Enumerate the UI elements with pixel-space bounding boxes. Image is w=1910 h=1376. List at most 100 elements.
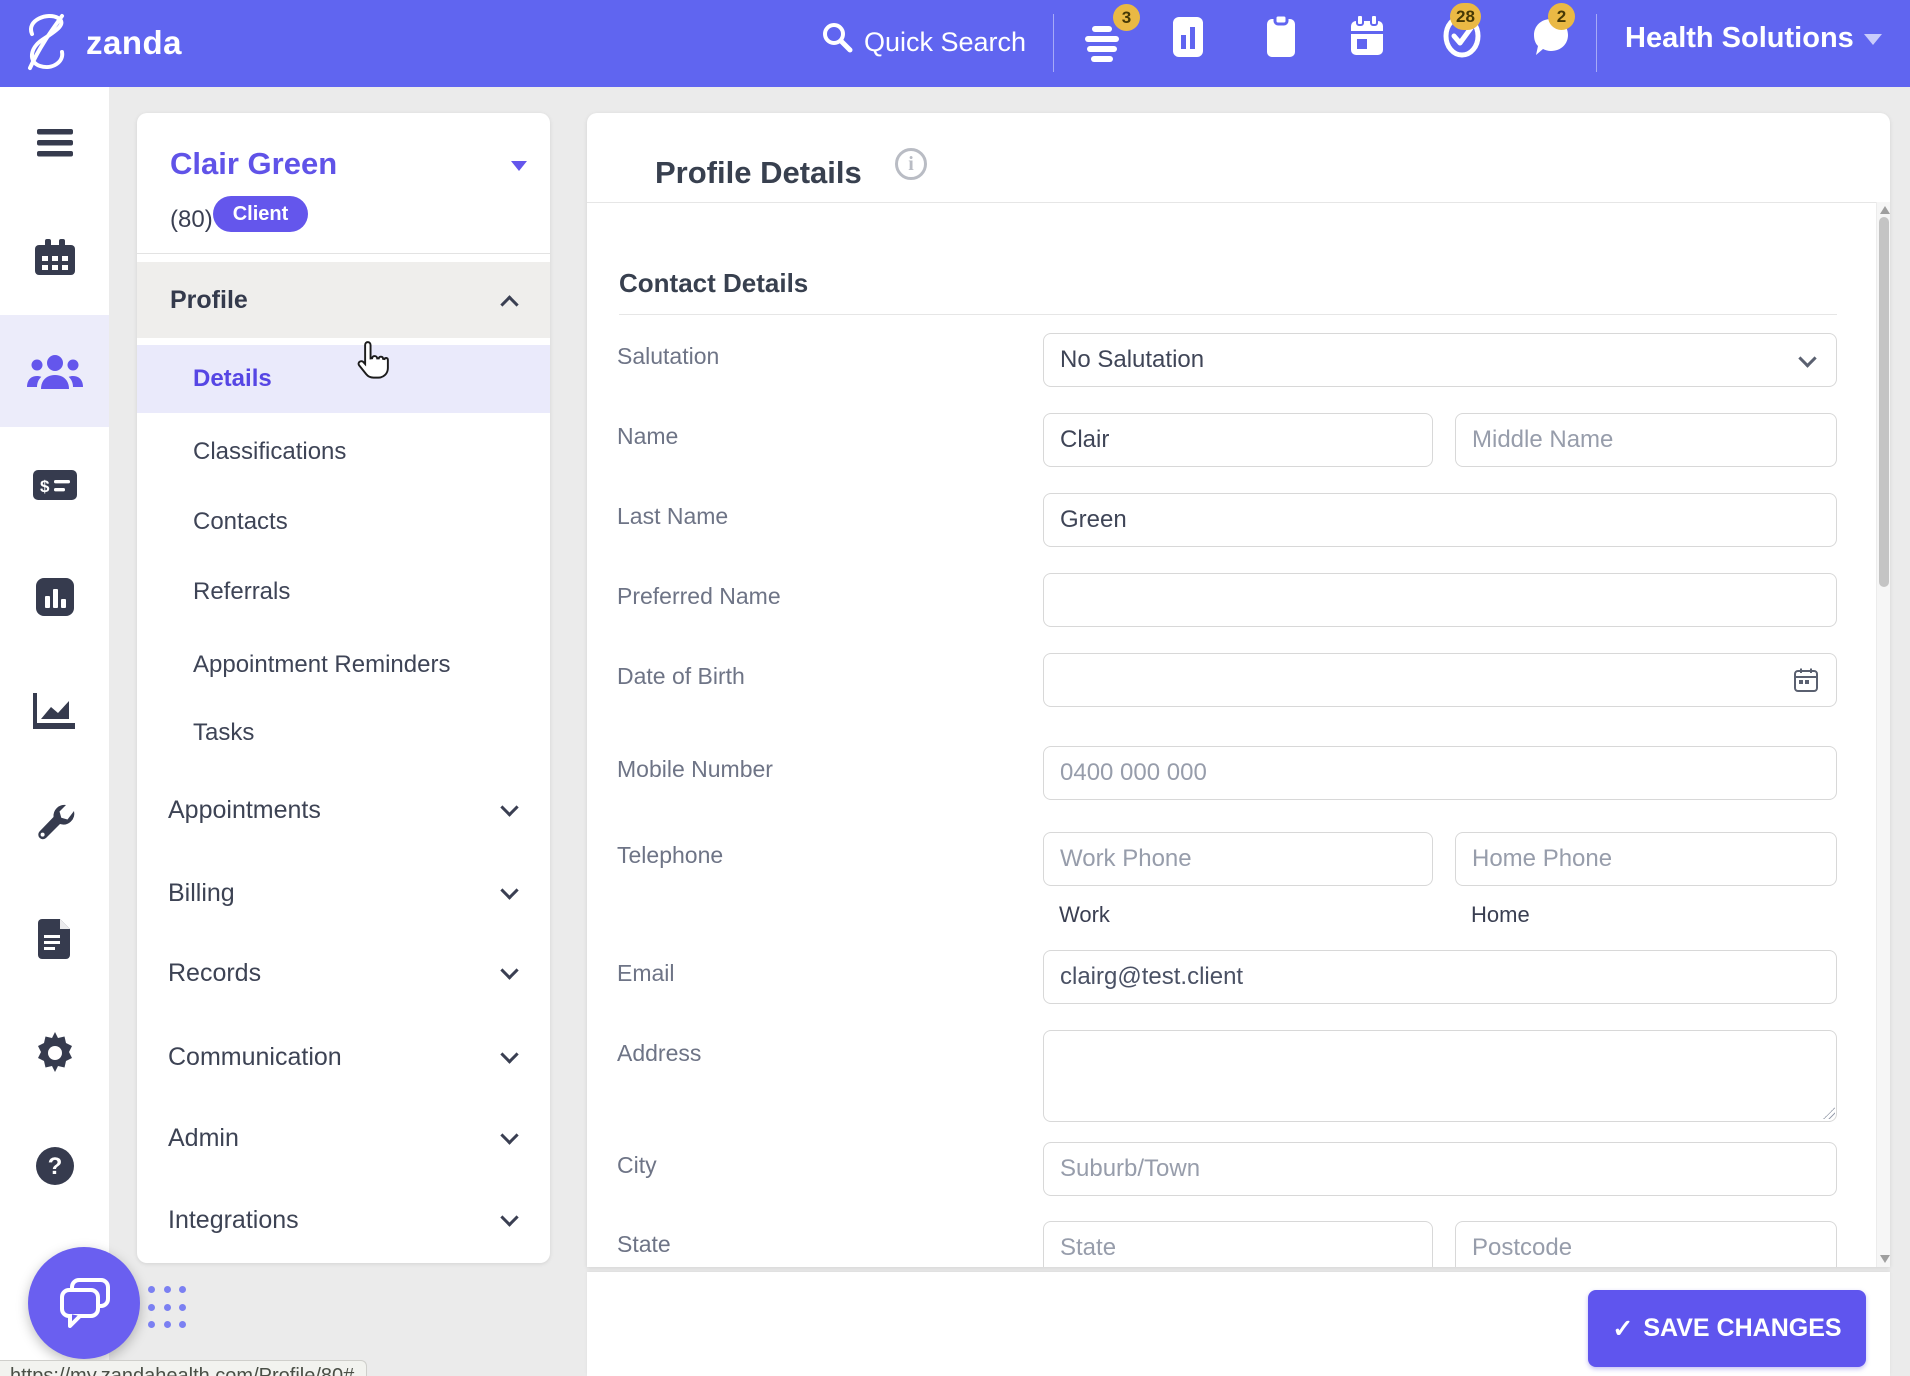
mobile-number-label: Mobile Number <box>617 756 773 783</box>
menu-item-classifications[interactable]: Classifications <box>137 418 550 486</box>
reports-icon[interactable] <box>1168 15 1208 64</box>
email-input[interactable] <box>1043 950 1837 1004</box>
zanda-logo-icon[interactable] <box>18 10 80 81</box>
chat-bubbles-icon <box>54 1274 114 1332</box>
form-scroll-area: Contact Details Salutation No Salutation… <box>587 202 1876 1267</box>
last-name-input[interactable] <box>1043 493 1837 547</box>
menu-item-label: Details <box>193 365 272 393</box>
search-icon[interactable] <box>820 20 854 59</box>
menu-item-contacts[interactable]: Contacts <box>137 488 550 556</box>
check-icon: ✓ <box>1612 1314 1633 1344</box>
page-title: Profile Details <box>655 155 862 191</box>
waitlist-icon[interactable] <box>1082 24 1122 69</box>
contact-details-heading: Contact Details <box>619 268 808 299</box>
section-label: Communication <box>168 1043 342 1072</box>
menu-item-label: Contacts <box>193 508 288 536</box>
info-icon[interactable]: i <box>895 148 927 180</box>
chevron-down-icon <box>500 1208 518 1226</box>
date-of-birth-input[interactable] <box>1043 653 1837 707</box>
section-billing[interactable]: Billing <box>137 859 550 927</box>
preferred-name-label: Preferred Name <box>617 583 781 610</box>
city-label: City <box>617 1152 657 1179</box>
email-label: Email <box>617 960 675 987</box>
status-url-text: https://my.zandahealth.com/Profile/80# <box>10 1365 354 1376</box>
menu-hamburger-icon[interactable] <box>0 87 109 199</box>
state-label: State <box>617 1231 671 1258</box>
menu-item-tasks[interactable]: Tasks <box>137 699 550 767</box>
clients-rail-icon[interactable] <box>0 315 109 427</box>
tools-rail-icon[interactable] <box>0 769 109 881</box>
profile-section-label: Profile <box>170 286 248 315</box>
documents-rail-icon[interactable] <box>0 883 109 995</box>
scrollbar-down-icon[interactable] <box>1880 1255 1890 1263</box>
middle-name-input[interactable] <box>1455 413 1837 467</box>
logo-wordmark[interactable]: zanda <box>86 24 182 62</box>
work-sublabel: Work <box>1059 902 1110 928</box>
svg-text:$: $ <box>40 477 50 496</box>
help-icon[interactable]: ? <box>0 1110 109 1222</box>
work-phone-input[interactable] <box>1043 832 1433 886</box>
analytics-rail-icon[interactable] <box>0 655 109 767</box>
salutation-value: No Salutation <box>1060 346 1204 374</box>
chart-rail-icon[interactable] <box>0 541 109 653</box>
client-name[interactable]: Clair Green <box>170 146 337 182</box>
menu-item-referrals[interactable]: Referrals <box>137 558 550 626</box>
resize-grip-icon[interactable] <box>1823 1107 1835 1119</box>
section-label: Admin <box>168 1124 239 1153</box>
address-label: Address <box>617 1040 701 1067</box>
menu-item-appointment-reminders[interactable]: Appointment Reminders <box>137 631 550 699</box>
scrollbar-up-icon[interactable] <box>1880 206 1890 214</box>
section-label: Appointments <box>168 796 321 825</box>
client-id: (80) <box>170 206 213 234</box>
svg-text:?: ? <box>47 1153 62 1180</box>
top-navbar: zanda Quick Search 3 <box>0 0 1910 87</box>
quick-search-button[interactable]: Quick Search <box>864 27 1026 58</box>
last-name-label: Last Name <box>617 503 728 530</box>
menu-item-label: Referrals <box>193 578 290 606</box>
chevron-down-icon <box>500 961 518 979</box>
profile-details-panel: Profile Details i Contact Details Saluta… <box>587 113 1890 1267</box>
account-menu[interactable]: Health Solutions <box>1625 22 1854 55</box>
menu-item-details[interactable]: Details <box>137 345 550 413</box>
section-appointments[interactable]: Appointments <box>137 776 550 844</box>
section-admin[interactable]: Admin <box>137 1104 550 1172</box>
calendar-picker-icon[interactable] <box>1793 667 1819 698</box>
clipboard-icon[interactable] <box>1261 13 1301 64</box>
chevron-down-icon <box>500 798 518 816</box>
state-input[interactable] <box>1043 1221 1433 1267</box>
tasks-badge: 28 <box>1450 3 1481 30</box>
section-communication[interactable]: Communication <box>137 1023 550 1091</box>
menu-item-label: Appointment Reminders <box>193 651 450 679</box>
profile-section-header[interactable]: Profile <box>137 262 550 338</box>
mobile-number-input[interactable] <box>1043 746 1837 800</box>
billing-rail-icon[interactable]: $ <box>0 429 109 541</box>
account-caret-icon[interactable] <box>1864 34 1882 45</box>
scrollbar[interactable] <box>1876 202 1890 1267</box>
first-name-input[interactable] <box>1043 413 1433 467</box>
section-integrations[interactable]: Integrations <box>137 1186 550 1254</box>
drag-handle-dots-icon[interactable] <box>148 1286 188 1332</box>
calendar-nav-icon[interactable] <box>1347 13 1387 64</box>
chevron-down-icon <box>500 1126 518 1144</box>
mouse-cursor-icon <box>352 338 394 389</box>
calendar-rail-icon[interactable] <box>0 201 109 313</box>
chat-fab-button[interactable] <box>28 1247 140 1359</box>
settings-gear-icon[interactable] <box>0 997 109 1109</box>
home-phone-input[interactable] <box>1455 832 1837 886</box>
chevron-down-icon <box>1798 349 1816 367</box>
salutation-select[interactable]: No Salutation <box>1043 333 1837 387</box>
client-name-caret-icon[interactable] <box>511 161 527 171</box>
telephone-label: Telephone <box>617 842 723 869</box>
address-textarea[interactable] <box>1043 1030 1837 1122</box>
preferred-name-input[interactable] <box>1043 573 1837 627</box>
city-input[interactable] <box>1043 1142 1837 1196</box>
save-changes-button[interactable]: ✓ SAVE CHANGES <box>1588 1290 1866 1367</box>
collapse-icon[interactable] <box>500 295 518 313</box>
section-records[interactable]: Records <box>137 939 550 1007</box>
postcode-input[interactable] <box>1455 1221 1837 1267</box>
name-label: Name <box>617 423 678 450</box>
icon-rail: $ <box>0 87 109 1376</box>
menu-item-label: Classifications <box>193 438 346 466</box>
date-of-birth-label: Date of Birth <box>617 663 745 690</box>
scrollbar-thumb[interactable] <box>1879 217 1889 587</box>
